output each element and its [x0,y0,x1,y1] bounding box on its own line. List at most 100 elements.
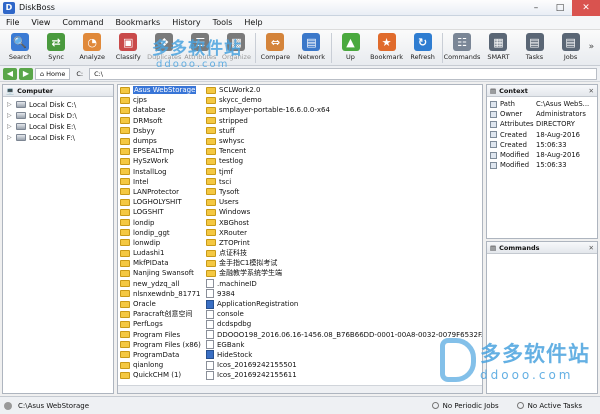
up-button[interactable]: ▲ Up [332,30,368,66]
folder-icon [206,168,216,176]
menu-file[interactable]: File [0,18,25,27]
folder-item[interactable]: Asus WebStorage [118,85,204,95]
folder-item[interactable]: Paracraft创意空间 [118,309,204,319]
folder-item[interactable]: londip [118,217,204,227]
folder-item[interactable]: ProgramData [118,350,204,360]
close-icon[interactable]: ✕ [589,87,594,95]
folder-item[interactable]: XBGhost [204,217,482,227]
folder-item[interactable]: nlsnxewdnb_81771 [118,289,204,299]
folder-item[interactable]: HySzWork [118,156,204,166]
folder-item[interactable]: lonwdip [118,238,204,248]
folder-item[interactable]: Program Files (x86) [118,340,204,350]
commands-button[interactable]: ☷ Commands [444,30,480,66]
close-icon[interactable]: ✕ [589,244,594,252]
bookmark-button[interactable]: ★ Bookmark [369,30,405,66]
folder-item[interactable]: londip_ggt [118,228,204,238]
folder-item[interactable]: LANProtector [118,187,204,197]
close-icon[interactable]: ✕ [572,0,600,16]
periodic-jobs-status[interactable]: No Periodic Jobs [431,402,499,410]
folder-item[interactable]: database [118,105,204,115]
tree-item-disk-d[interactable]: ▷ Local Disk D:\ [3,110,113,121]
tree-item-disk-e[interactable]: ▷ Local Disk E:\ [3,121,113,132]
expand-icon[interactable]: ▷ [7,134,13,141]
refresh-button[interactable]: ↻ Refresh [405,30,441,66]
folder-item[interactable]: tsci [204,177,482,187]
folder-item[interactable]: Intel [118,177,204,187]
menu-tools[interactable]: Tools [207,18,239,27]
back-arrow-icon[interactable]: ◀ [3,67,17,80]
folder-item[interactable]: swhysc [204,136,482,146]
folder-item[interactable]: LOGHOLYSHIT [118,197,204,207]
folder-item[interactable]: SCLWork2.0 [204,85,482,95]
folder-item[interactable]: stuff [204,126,482,136]
analyze-button[interactable]: ◔ Analyze [74,30,110,66]
home-button[interactable]: ⌂ Home [35,67,71,80]
folder-item[interactable]: Users [204,197,482,207]
tree-item-disk-f[interactable]: ▷ Local Disk F:\ [3,132,113,143]
breadcrumb[interactable]: C: [72,68,87,80]
folder-icon [206,229,216,237]
folder-item[interactable]: new_ydzq_all [118,279,204,289]
toolbar-overflow-icon[interactable]: » [589,30,600,52]
property-value: 18-Aug-2016 [536,130,580,139]
file-name: XBGhost [219,218,250,227]
folder-item[interactable]: Dsbyy [118,126,204,136]
menu-view[interactable]: View [25,18,56,27]
active-tasks-status[interactable]: No Active Tasks [516,402,582,410]
file-item[interactable]: dcdspdbg [204,319,482,329]
search-button[interactable]: 🔍 Search [2,30,38,66]
folder-item[interactable]: MkfPIData [118,258,204,268]
network-button[interactable]: ▤ Network [293,30,329,66]
sync-button[interactable]: ⇄ Sync [38,30,74,66]
folder-item[interactable]: LOGSHIT [118,207,204,217]
menu-history[interactable]: History [166,18,206,27]
folder-item[interactable]: Oracle [118,299,204,309]
folder-item[interactable]: testlog [204,156,482,166]
compare-button[interactable]: ⇔ Compare [257,30,293,66]
folder-item[interactable]: ZTOPrint [204,238,482,248]
folder-item[interactable]: skycc_demo [204,95,482,105]
folder-item[interactable]: XRouter [204,228,482,238]
folder-item[interactable]: 金手指C1模拟考试 [204,258,482,268]
folder-item[interactable]: dumps [118,136,204,146]
folder-item[interactable]: QuickCHM (1) [118,370,204,380]
folder-item[interactable]: 点证科技 [204,248,482,258]
tasks-button[interactable]: ▤ Tasks [516,30,552,66]
smart-button[interactable]: ▦ SMART [480,30,516,66]
toolbar-button-label: Classify [115,53,141,61]
file-item[interactable]: ApplicationRegistration [204,299,482,309]
horizontal-scrollbar[interactable] [118,385,482,393]
folder-item[interactable]: qianlong [118,360,204,370]
folder-item[interactable]: InstallLog [118,167,204,177]
file-item[interactable]: console [204,309,482,319]
folder-item[interactable]: stripped [204,116,482,126]
folder-item[interactable]: Tysoft [204,187,482,197]
classify-button[interactable]: ▣ Classify [110,30,146,66]
folder-item[interactable]: EPSEALTmp [118,146,204,156]
minimize-icon[interactable]: – [524,0,548,16]
folder-item[interactable]: Nanjing Swansoft [118,268,204,278]
jobs-button[interactable]: ▤ Jobs [553,30,589,66]
folder-item[interactable]: 金融教学系统学生端 [204,268,482,278]
tree-item-disk-c[interactable]: ▷ Local Disk C:\ [3,99,113,110]
maximize-icon[interactable]: □ [548,0,572,16]
folder-item[interactable]: Program Files [118,330,204,340]
expand-icon[interactable]: ▷ [7,112,13,119]
folder-item[interactable]: DRMsoft [118,116,204,126]
file-item[interactable]: 9384 [204,289,482,299]
expand-icon[interactable]: ▷ [7,123,13,130]
folder-item[interactable]: Windows [204,207,482,217]
expand-icon[interactable]: ▷ [7,101,13,108]
folder-item[interactable]: PerfLogs [118,319,204,329]
forward-arrow-icon[interactable]: ▶ [19,67,33,80]
folder-item[interactable]: Tencent [204,146,482,156]
folder-item[interactable]: tjmf [204,167,482,177]
menu-bookmarks[interactable]: Bookmarks [110,18,167,27]
folder-item[interactable]: cjps [118,95,204,105]
folder-item[interactable]: Ludashi1 [118,248,204,258]
file-item[interactable]: .machineID [204,279,482,289]
folder-item[interactable]: smplayer-portable-16.6.0.0-x64 [204,105,482,115]
file-name: Ludashi1 [133,249,165,258]
menu-command[interactable]: Command [56,18,109,27]
menu-help[interactable]: Help [238,18,268,27]
